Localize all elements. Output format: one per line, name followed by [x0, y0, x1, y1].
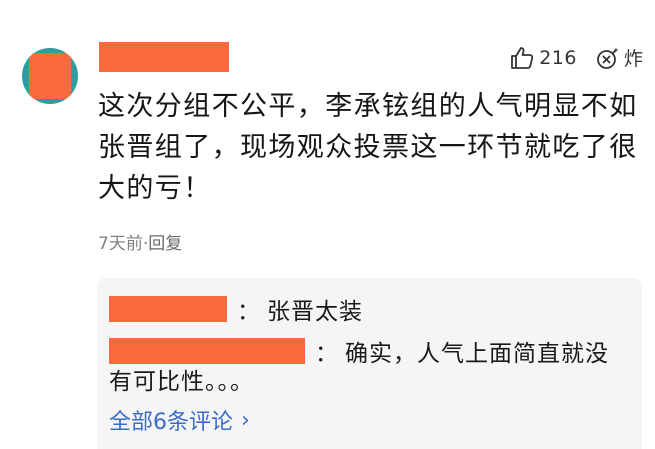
reply-author-redaction[interactable]: [109, 296, 227, 322]
like-button[interactable]: 216: [509, 45, 577, 71]
view-all-replies-link[interactable]: 全部6条评论 ›: [109, 404, 250, 436]
comment-actions: 216 炸: [509, 44, 643, 71]
bomb-label: 炸: [623, 48, 643, 70]
reply-colon: ：: [315, 341, 339, 367]
view-all-replies-label: 全部6条评论: [109, 410, 233, 435]
reply-preview-box: ： 张晋太装 ： 确实，人气上面简直就没 有可比性。。。 全部6条评论 ›: [97, 278, 642, 449]
chevron-right-icon: ›: [241, 407, 250, 433]
reply-item[interactable]: ： 张晋太装: [109, 292, 363, 326]
bomb-icon: [595, 45, 621, 71]
comment-meta: 7天前·回复: [98, 229, 182, 254]
thumbs-up-icon: [509, 45, 535, 71]
comment-body: 这次分组不公平，李承铉组的人气明显不如张晋组了，现场观众投票这一环节就吃了很大的…: [98, 91, 638, 204]
bomb-button[interactable]: 炸: [595, 44, 643, 71]
reply-text: 张晋太装: [267, 299, 363, 325]
avatar-redaction: [29, 53, 71, 99]
like-count: 216: [539, 46, 577, 69]
reply-text: 确实，人气上面简直就没: [345, 341, 609, 367]
username-redaction[interactable]: [99, 42, 229, 72]
avatar[interactable]: [22, 48, 78, 104]
reply-author-redaction[interactable]: [109, 338, 305, 364]
reply-text-continued: 有可比性。。。: [109, 369, 254, 395]
reply-button[interactable]: 回复: [148, 234, 182, 254]
comment-time: 7天前: [98, 234, 143, 254]
reply-colon: ：: [237, 299, 261, 325]
